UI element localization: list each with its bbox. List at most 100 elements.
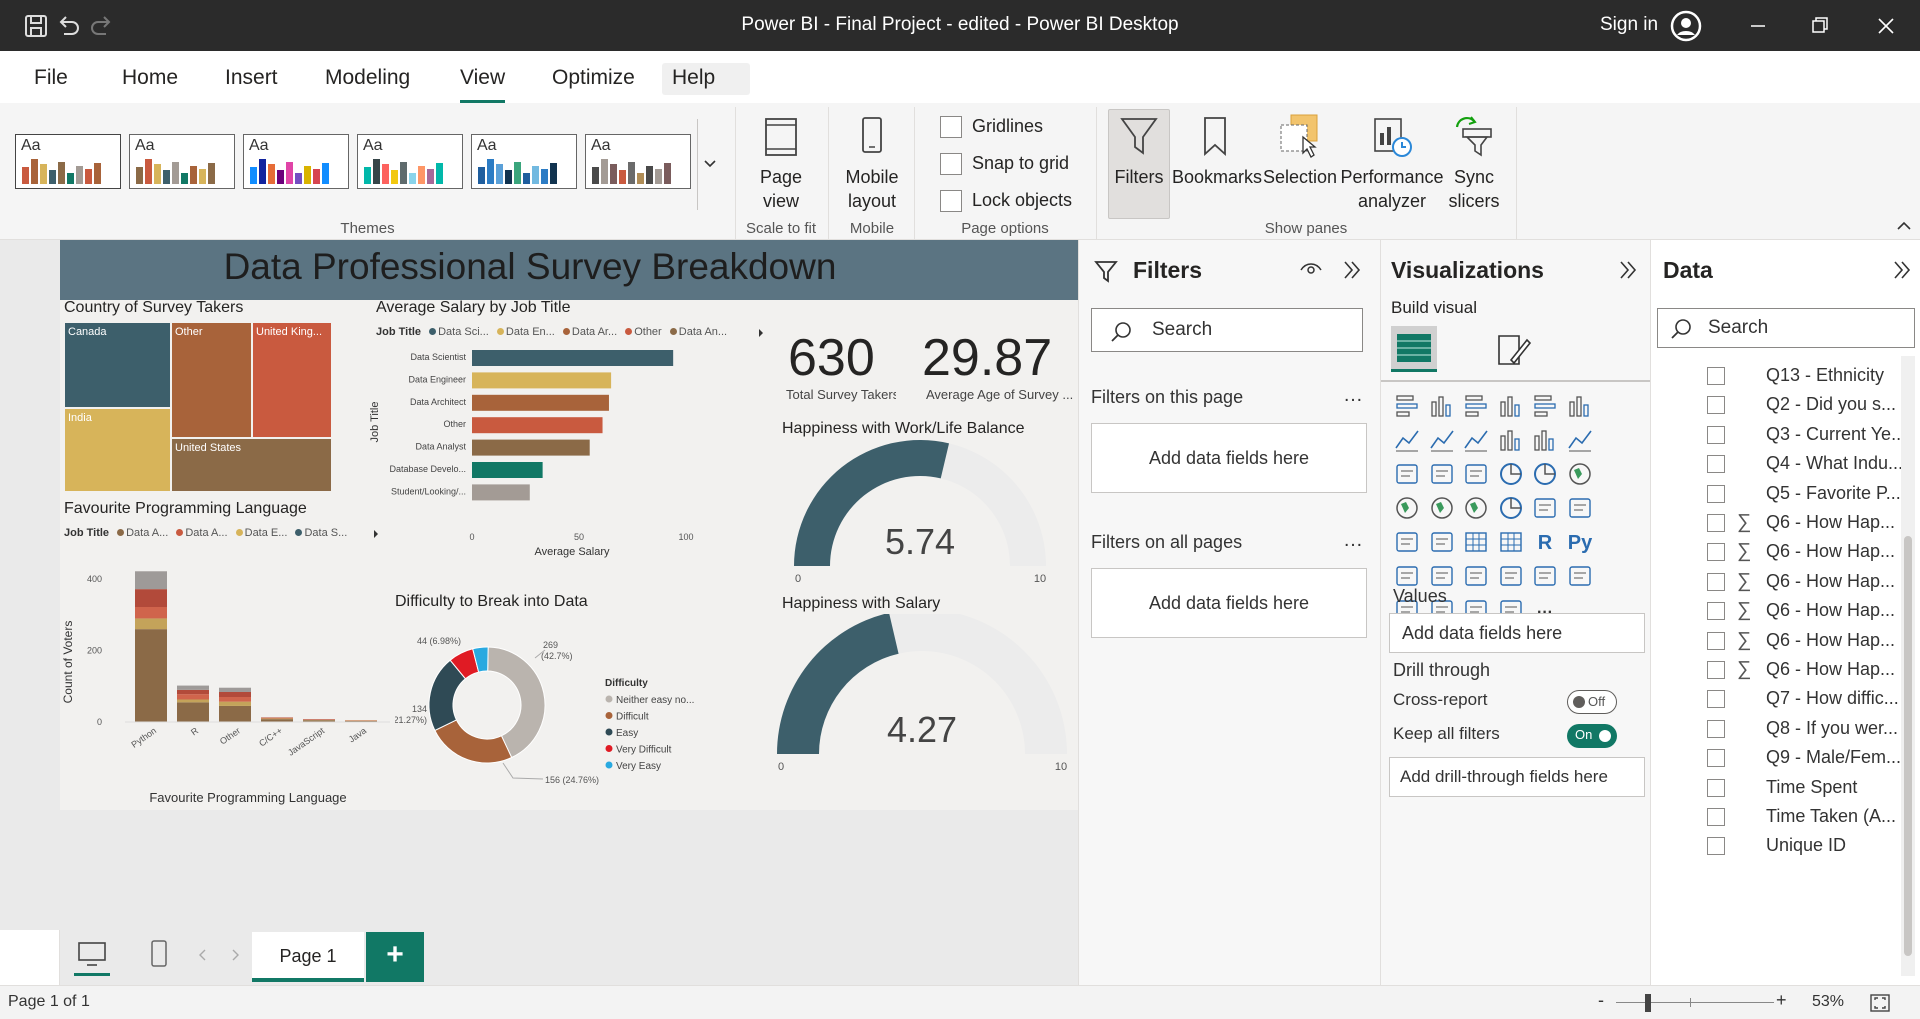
- page-view-button[interactable]: Page view: [745, 113, 817, 213]
- r-visual-icon[interactable]: R: [1531, 528, 1559, 556]
- treemap-icon[interactable]: [1566, 460, 1594, 488]
- mobile-layout-icon[interactable]: [148, 938, 170, 970]
- legend-next-icon[interactable]: [757, 328, 765, 338]
- sign-in-link[interactable]: Sign in: [1600, 14, 1658, 36]
- zoom-slider[interactable]: [1616, 1002, 1774, 1003]
- desktop-layout-icon[interactable]: [76, 940, 108, 968]
- minimize-icon[interactable]: [1744, 12, 1772, 40]
- tab-help[interactable]: Help: [662, 63, 750, 95]
- more-options-icon[interactable]: …: [1343, 384, 1363, 407]
- field-checkbox[interactable]: [1707, 396, 1725, 415]
- treemap-tile[interactable]: United King...: [252, 322, 332, 438]
- line-chart-icon[interactable]: [1393, 426, 1421, 454]
- account-icon[interactable]: [1670, 10, 1702, 42]
- theme-swatch[interactable]: Aa: [471, 134, 577, 189]
- field-item[interactable]: Unique ID: [1651, 828, 1901, 864]
- performance-analyzer-button[interactable]: Performance analyzer: [1340, 113, 1444, 213]
- card-icon[interactable]: [1531, 494, 1559, 522]
- values-drop-well[interactable]: Add data fields here: [1389, 613, 1645, 653]
- field-checkbox[interactable]: [1707, 719, 1725, 738]
- prev-page-icon[interactable]: [198, 948, 208, 962]
- theme-swatch[interactable]: Aa: [15, 134, 121, 189]
- field-list-scrollbar[interactable]: [1901, 356, 1915, 976]
- themes-expand-button[interactable]: [697, 119, 721, 210]
- cross-report-toggle[interactable]: Off: [1567, 690, 1617, 714]
- field-checkbox[interactable]: [1707, 425, 1725, 444]
- matrix-icon[interactable]: [1497, 528, 1525, 556]
- all-pages-filters-drop-well[interactable]: Add data fields here: [1091, 568, 1367, 638]
- 100pct-column-icon[interactable]: [1566, 392, 1594, 420]
- filled-map-icon[interactable]: [1428, 494, 1456, 522]
- area-chart-icon[interactable]: [1428, 426, 1456, 454]
- theme-swatch[interactable]: Aa: [585, 134, 691, 189]
- field-checkbox[interactable]: [1707, 778, 1725, 797]
- build-visual-tab[interactable]: [1391, 326, 1437, 372]
- multi-row-card-icon[interactable]: [1566, 494, 1594, 522]
- format-visual-icon[interactable]: [1493, 330, 1533, 370]
- field-checkbox[interactable]: [1707, 367, 1725, 385]
- undo-icon[interactable]: [54, 12, 82, 40]
- line-clustered-column-icon[interactable]: [1531, 426, 1559, 454]
- azure-map-icon[interactable]: [1462, 494, 1490, 522]
- scatter-icon[interactable]: [1462, 460, 1490, 488]
- pie-chart-icon[interactable]: [1497, 460, 1525, 488]
- table-icon[interactable]: [1462, 528, 1490, 556]
- close-icon[interactable]: [1872, 12, 1900, 40]
- field-checkbox[interactable]: [1707, 543, 1725, 562]
- metrics-icon[interactable]: [1531, 562, 1559, 590]
- theme-swatch[interactable]: Aa: [357, 134, 463, 189]
- smart-narrative-icon[interactable]: [1497, 562, 1525, 590]
- theme-swatch[interactable]: Aa: [243, 134, 349, 189]
- qa-icon[interactable]: [1462, 562, 1490, 590]
- page-tab-page-1[interactable]: Page 1: [252, 932, 364, 982]
- tab-view[interactable]: View: [450, 63, 515, 103]
- field-checkbox[interactable]: [1707, 602, 1725, 621]
- legend-next-icon[interactable]: [372, 529, 380, 539]
- difficulty-donut-chart[interactable]: 269(42.7%) 156 (24.76%) 134(21.27%) 44 (6.9…: [395, 618, 735, 788]
- 100pct-bar-icon[interactable]: [1531, 392, 1559, 420]
- sync-slicers-button[interactable]: Sync slicers: [1444, 113, 1504, 213]
- country-treemap[interactable]: Canada Other United King... India United…: [64, 322, 336, 492]
- collapse-ribbon-icon[interactable]: [1895, 219, 1913, 233]
- snap-to-grid-checkbox[interactable]: Snap to grid: [940, 152, 1069, 176]
- salary-bar-chart[interactable]: Data Scientist Data Engineer Data Architec…: [370, 340, 770, 580]
- field-checkbox[interactable]: [1707, 514, 1725, 532]
- data-search-input[interactable]: Search: [1657, 308, 1915, 348]
- field-checkbox[interactable]: [1707, 484, 1725, 503]
- line-column-icon[interactable]: [1497, 426, 1525, 454]
- stacked-column-icon[interactable]: [1428, 392, 1456, 420]
- field-checkbox[interactable]: [1707, 455, 1725, 474]
- tab-optimize[interactable]: Optimize: [542, 63, 645, 95]
- lock-objects-checkbox[interactable]: Lock objects: [940, 189, 1072, 213]
- gridlines-checkbox[interactable]: Gridlines: [940, 115, 1043, 139]
- treemap-tile[interactable]: United States: [171, 438, 332, 492]
- redo-icon[interactable]: [88, 12, 116, 40]
- treemap-tile[interactable]: Other: [171, 322, 252, 438]
- field-checkbox[interactable]: [1707, 661, 1725, 679]
- stacked-bar-icon[interactable]: [1393, 392, 1421, 420]
- filters-pane-button[interactable]: Filters: [1108, 113, 1170, 189]
- field-checkbox[interactable]: [1707, 690, 1725, 709]
- ribbon-chart-icon[interactable]: [1566, 426, 1594, 454]
- collapse-pane-icon[interactable]: [1617, 258, 1639, 282]
- stacked-area-icon[interactable]: [1462, 426, 1490, 454]
- field-checkbox[interactable]: [1707, 837, 1725, 856]
- more-options-icon[interactable]: …: [1343, 529, 1363, 552]
- slicer-icon[interactable]: [1428, 528, 1456, 556]
- field-checkbox[interactable]: [1707, 808, 1725, 826]
- collapse-pane-icon[interactable]: [1341, 258, 1363, 282]
- page-filters-drop-well[interactable]: Add data fields here: [1091, 423, 1367, 493]
- field-checkbox[interactable]: [1707, 572, 1725, 591]
- kpi-icon[interactable]: [1393, 528, 1421, 556]
- add-page-button[interactable]: +: [366, 932, 424, 982]
- keep-all-filters-toggle[interactable]: On: [1567, 724, 1617, 748]
- fit-to-page-icon[interactable]: [1868, 992, 1892, 1014]
- restore-icon[interactable]: [1806, 12, 1834, 40]
- theme-swatch[interactable]: Aa: [129, 134, 235, 189]
- eye-icon[interactable]: [1299, 260, 1323, 280]
- python-visual-icon[interactable]: Py: [1566, 528, 1594, 556]
- clustered-bar-icon[interactable]: [1462, 392, 1490, 420]
- collapse-pane-icon[interactable]: [1891, 258, 1913, 282]
- zoom-out-button[interactable]: -: [1598, 990, 1604, 1011]
- zoom-slider-thumb[interactable]: [1645, 994, 1651, 1012]
